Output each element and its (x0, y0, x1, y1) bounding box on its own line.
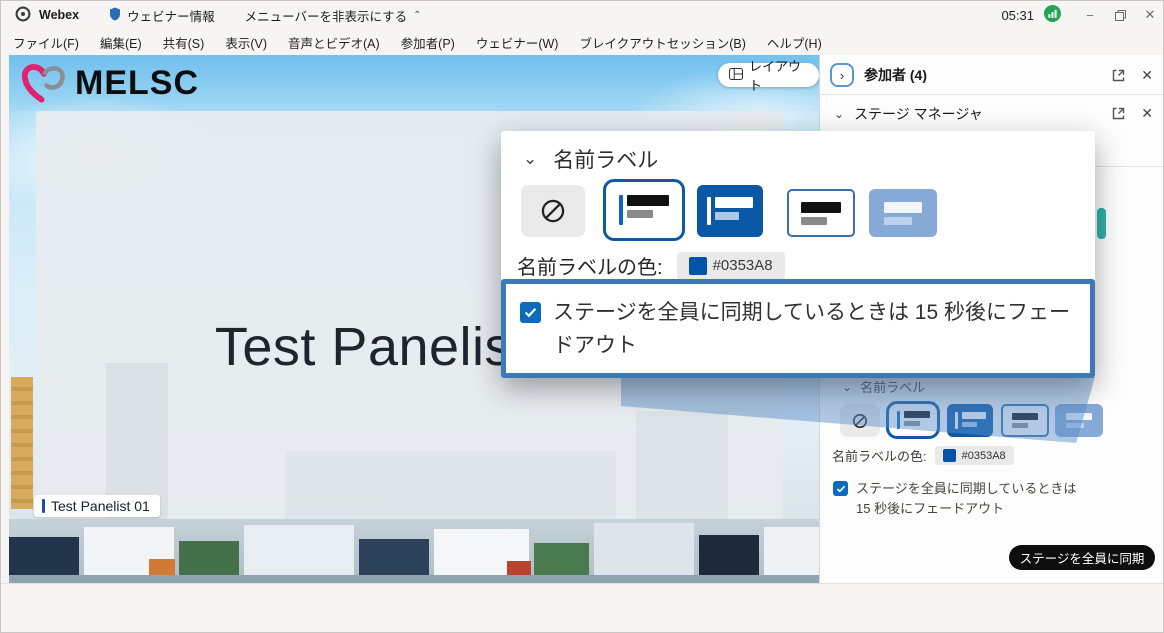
toggle-indicator (1097, 208, 1106, 239)
popup-title: 名前ラベル (553, 144, 658, 174)
popout-icon[interactable] (1112, 69, 1125, 82)
name-label-color-row: 名前ラベルの色: #0353A8 (832, 446, 1014, 465)
chevron-down-icon[interactable]: ⌄ (834, 107, 844, 121)
melsc-logo: MELSC (19, 61, 199, 105)
menu-item-participants[interactable]: 参加者(P) (401, 33, 455, 52)
menu-item-breakout[interactable]: ブレイクアウトセッション(B) (579, 33, 745, 52)
fade-out-checkbox-label: ステージを全員に同期しているときは 15 秒後にフェードアウト (553, 296, 1090, 373)
webex-window: Webex ウェビナー情報 メニューバーを非表示にする ⌃ 05:31 − ✕ (0, 0, 1164, 633)
fade-out-checkbox-highlight[interactable]: ステージを全員に同期しているときは 15 秒後にフェードアウト (501, 279, 1095, 378)
none-icon (540, 198, 566, 224)
fade-out-checkbox-row[interactable]: ステージを全員に同期しているときは 15 秒後にフェードアウト (833, 479, 1084, 519)
name-label-color-picker[interactable]: #0353A8 (935, 446, 1014, 465)
hide-menubar-button[interactable]: メニューバーを非表示にする ⌃ (245, 6, 422, 25)
name-label-accent-bar (42, 499, 45, 513)
minimize-button[interactable]: − (1075, 1, 1105, 29)
color-value: #0353A8 (962, 450, 1006, 462)
connection-quality-icon (1044, 5, 1061, 25)
participants-count: (4) (910, 67, 927, 83)
checkbox-checked-icon[interactable] (520, 302, 541, 323)
menu-item-help[interactable]: ヘルプ(H) (767, 33, 822, 52)
participants-panel-header: › 参加者 (4) ✕ (820, 62, 1164, 88)
chevron-right-icon[interactable]: › (830, 63, 854, 87)
meeting-timer: 05:31 (1001, 8, 1034, 23)
color-swatch (689, 257, 707, 275)
menu-item-audio-video[interactable]: 音声とビデオ(A) (288, 33, 380, 52)
city-skyline (9, 519, 819, 583)
bottom-toolbar: ⌄ ミュート解除 ⌄ ビデオの開始 ⌄ 共有 録画 (1, 583, 1164, 633)
app-name: Webex (39, 8, 79, 22)
restore-button[interactable] (1105, 1, 1135, 29)
fade-out-checkbox-label: ステージを全員に同期しているときは 15 秒後にフェードアウト (856, 479, 1084, 519)
title-bar: Webex ウェビナー情報 メニューバーを非表示にする ⌃ 05:31 − ✕ (1, 1, 1164, 29)
menu-item-view[interactable]: 表示(V) (225, 33, 267, 52)
melsc-heart-icon (19, 61, 69, 105)
layout-button[interactable]: レイアウト (718, 63, 819, 87)
label-style-translucent-button[interactable] (869, 189, 937, 237)
background-building (11, 377, 33, 509)
menu-item-share[interactable]: 共有(S) (163, 33, 205, 52)
layout-grid-icon (729, 68, 743, 83)
color-swatch (943, 449, 956, 462)
webinar-info-button[interactable]: ウェビナー情報 (109, 6, 215, 25)
close-panel-icon[interactable]: ✕ (1141, 67, 1153, 84)
close-panel-icon[interactable]: ✕ (1141, 105, 1153, 122)
participant-name-label: Test Panelist 01 (34, 495, 160, 517)
brand-text: MELSC (75, 64, 199, 103)
name-label-color-label: 名前ラベルの色: (832, 446, 927, 465)
menu-item-file[interactable]: ファイル(F) (13, 33, 79, 52)
sync-stage-button[interactable]: ステージを全員に同期 (1009, 545, 1155, 570)
name-label-color-row: 名前ラベルの色: #0353A8 (517, 251, 785, 280)
name-label-popup-header[interactable]: ⌄ 名前ラベル (523, 144, 658, 174)
participants-panel-title: 参加者 (4) (864, 65, 927, 85)
close-window-button[interactable]: ✕ (1135, 1, 1164, 29)
label-style-none-button[interactable] (521, 185, 585, 237)
color-value: #0353A8 (713, 257, 773, 274)
menu-item-webinar[interactable]: ウェビナー(W) (476, 33, 559, 52)
stage-manager-panel-header: ⌄ ステージ マネージャ ✕ (820, 101, 1164, 127)
shield-icon (109, 7, 121, 24)
menu-item-edit[interactable]: 編集(E) (100, 33, 142, 52)
stage-manager-title: ステージ マネージャ (854, 104, 983, 124)
menu-bar: ファイル(F) 編集(E) 共有(S) 表示(V) 音声とビデオ(A) 参加者(… (1, 29, 1164, 55)
label-style-outline-button[interactable] (787, 189, 855, 237)
label-style-light-selected-button[interactable] (603, 179, 685, 241)
checkbox-checked-icon[interactable] (833, 481, 848, 496)
popout-icon[interactable] (1112, 107, 1125, 120)
label-style-blue-button[interactable] (697, 185, 763, 237)
chevron-up-icon: ⌃ (413, 10, 421, 21)
name-label-color-label: 名前ラベルの色: (517, 251, 663, 280)
name-label-color-picker[interactable]: #0353A8 (677, 252, 785, 280)
webex-logo-icon (15, 6, 31, 25)
chevron-down-icon: ⌄ (523, 149, 537, 169)
name-label-magnified-popup: ⌄ 名前ラベル 名前ラベルの色: #0353A8 (501, 131, 1095, 378)
